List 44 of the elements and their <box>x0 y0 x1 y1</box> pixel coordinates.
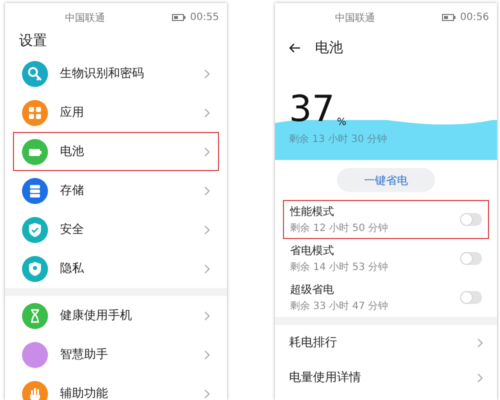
carrier-text: 中国联通 <box>335 12 375 24</box>
battery-status-icon <box>442 14 456 21</box>
percent-unit: % <box>336 117 346 128</box>
screen-title: 电池 <box>315 39 343 57</box>
chevron-icon <box>204 350 210 360</box>
settings-item[interactable]: 隐私 <box>13 249 219 288</box>
chevron-icon <box>204 68 210 78</box>
carrier-text: 中国联通 <box>65 12 105 24</box>
remaining-time: 剩余 13 小时 30 分钟 <box>288 132 388 146</box>
mode-remaining: 剩余 33 小时 47 分钟 <box>290 300 390 313</box>
mode-label: 超级省电 <box>290 282 335 297</box>
save-power-button[interactable]: 一键省电 <box>337 168 435 192</box>
settings-item[interactable]: 辅助功能 <box>13 374 219 400</box>
mode-toggle[interactable] <box>460 213 482 226</box>
chevron-icon <box>477 372 483 382</box>
chevron-icon <box>204 224 210 234</box>
screen-title: 设置 <box>18 32 48 51</box>
mode-label: 省电模式 <box>290 243 335 258</box>
settings-item[interactable]: 电池 <box>13 132 219 171</box>
mode-remaining: 剩余 12 小时 50 分钟 <box>290 222 390 235</box>
settings-item[interactable]: 安全 <box>13 210 219 249</box>
chevron-icon <box>204 186 210 196</box>
menu-item[interactable]: 耗电排行 <box>283 325 489 360</box>
chevron-icon <box>204 388 210 398</box>
back-arrow-icon[interactable] <box>289 43 301 53</box>
battery-status-icon <box>172 14 186 21</box>
mode-toggle[interactable] <box>460 252 482 265</box>
menu-item[interactable]: 电量使用详情 <box>283 360 489 395</box>
mode-label: 性能模式 <box>290 204 335 219</box>
battery-percent: 37 <box>289 92 335 128</box>
settings-item[interactable]: 应用 <box>13 93 219 132</box>
settings-item[interactable]: 存储 <box>13 171 219 210</box>
chevron-icon <box>204 108 210 118</box>
chevron-icon <box>204 146 210 156</box>
mode-remaining: 剩余 14 小时 53 分钟 <box>290 260 390 274</box>
clock-text: 00:55 <box>190 12 219 23</box>
settings-item[interactable]: 健康使用手机 <box>13 296 219 335</box>
mode-toggle[interactable] <box>460 291 482 304</box>
settings-item[interactable]: 生物识别和密码 <box>13 54 219 93</box>
chevron-icon <box>204 310 210 320</box>
settings-item[interactable]: 智慧助手 <box>13 335 219 374</box>
clock-text: 00:56 <box>460 12 489 23</box>
chevron-icon <box>477 338 483 348</box>
chevron-icon <box>204 264 210 274</box>
